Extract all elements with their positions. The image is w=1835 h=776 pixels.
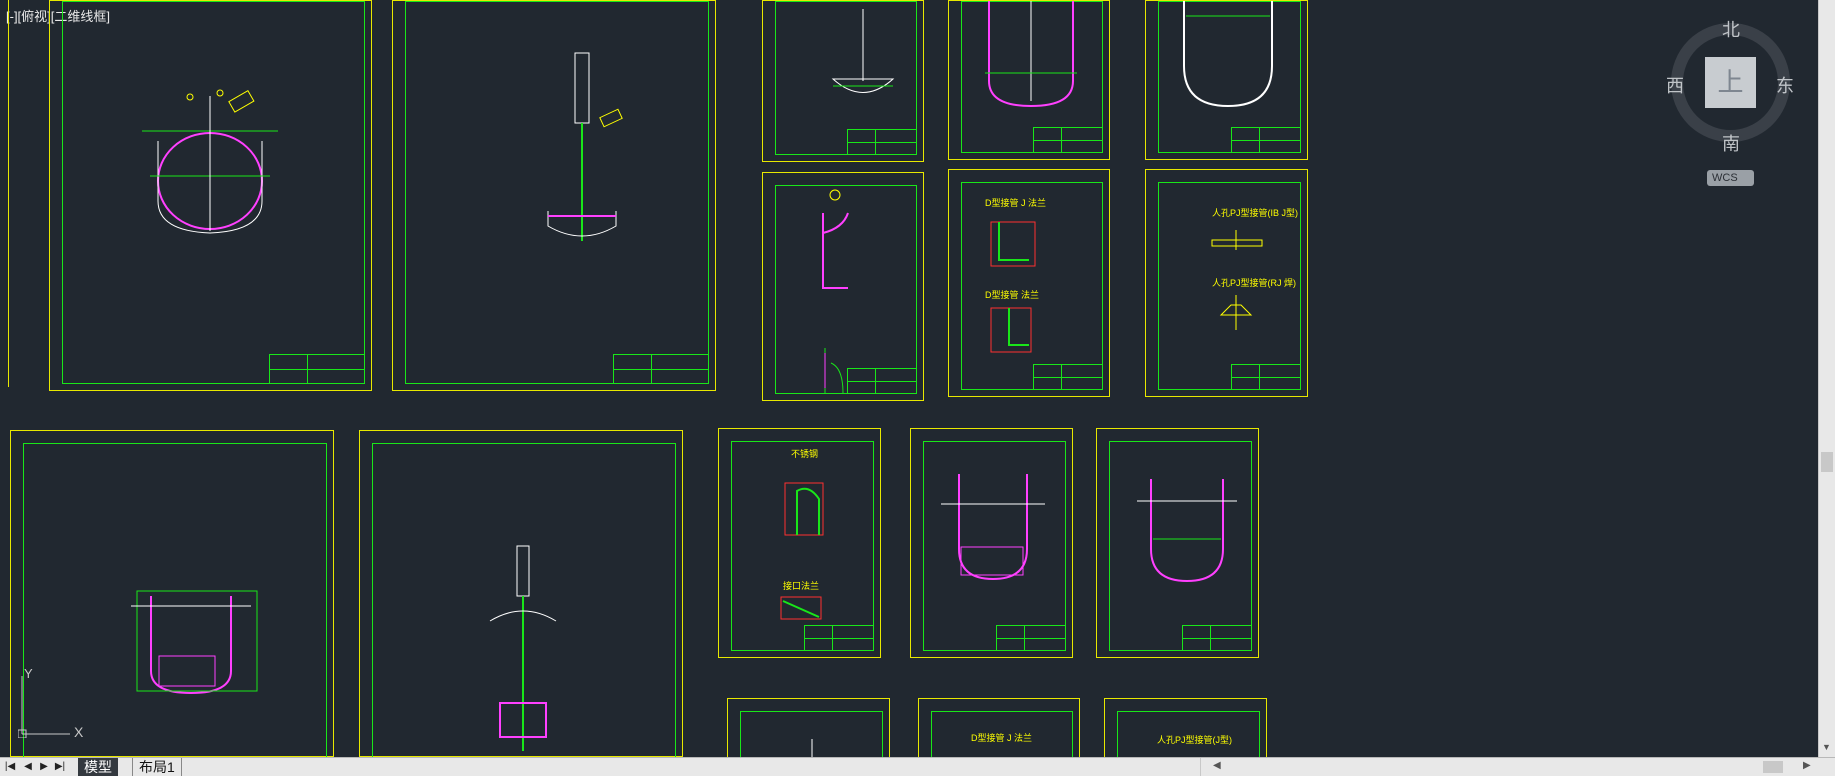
- caption-detail-d: D型接管 J 法兰: [971, 733, 1033, 743]
- viewcube[interactable]: 上 北 南 东 西: [1666, 20, 1794, 154]
- drawing-sheet-8[interactable]: 人孔PJ型接管(IB J型) 人孔PJ型接管(RJ 焊): [1145, 169, 1308, 397]
- scroll-down-icon[interactable]: ▼: [1822, 742, 1831, 752]
- drawing-sheet-10[interactable]: [359, 430, 683, 757]
- last-tab-icon[interactable]: ▶|: [54, 759, 66, 774]
- drawing-sheet-11[interactable]: 不锈钢 接口法兰: [718, 428, 881, 658]
- compass-west[interactable]: 西: [1666, 72, 1684, 98]
- drawing-sheet-15[interactable]: D型接管 J 法兰: [918, 698, 1080, 757]
- scroll-right-icon[interactable]: ▶: [1803, 760, 1811, 771]
- first-tab-icon[interactable]: |◀: [4, 759, 16, 774]
- drawing-sheet-4[interactable]: [948, 0, 1110, 160]
- wcs-label: WCS: [1712, 172, 1738, 184]
- next-tab-icon[interactable]: ▶: [38, 759, 50, 774]
- wcs-menu[interactable]: WCS: [1707, 170, 1754, 186]
- tab-model[interactable]: 模型: [78, 758, 118, 776]
- compass-east[interactable]: 东: [1776, 72, 1794, 98]
- viewcube-top-face[interactable]: 上: [1705, 57, 1756, 108]
- drawing-sheet-14[interactable]: [727, 698, 890, 757]
- compass-north[interactable]: 北: [1722, 16, 1740, 42]
- drawing-sheet-5[interactable]: [1145, 0, 1308, 160]
- horizontal-scrollbar[interactable]: ◀ ▶: [1200, 758, 1819, 776]
- ucs-y-label: Y: [24, 666, 33, 681]
- ucs-x-label: X: [74, 724, 84, 740]
- tab-layout1[interactable]: 布局1: [132, 758, 182, 776]
- horizontal-scroll-thumb[interactable]: [1763, 761, 1783, 773]
- scroll-left-icon[interactable]: ◀: [1213, 760, 1221, 771]
- layout-tab-bar: |◀ ◀ ▶ ▶| 模型 布局1 ◀ ▶: [0, 757, 1835, 776]
- model-space-canvas[interactable]: [-][俯视][二维线框] D型接管 J 法兰 D型接管 法兰 人孔PJ型接管(…: [0, 0, 1818, 757]
- drawing-sheet-16[interactable]: 人孔PJ型接管(J型): [1104, 698, 1267, 757]
- drawing-sheet-12[interactable]: [910, 428, 1073, 658]
- vertical-scroll-thumb[interactable]: [1821, 452, 1833, 472]
- vertical-scrollbar[interactable]: ▼: [1818, 0, 1835, 757]
- compass-south[interactable]: 南: [1722, 130, 1740, 156]
- drawing-sheet-13[interactable]: [1096, 428, 1259, 658]
- drawing-sheet-2[interactable]: [392, 0, 716, 391]
- drawing-sheet-1[interactable]: [49, 0, 372, 391]
- ucs-icon: Y X: [17, 666, 88, 740]
- prev-tab-icon[interactable]: ◀: [22, 759, 34, 774]
- caption-manhole-3: 人孔PJ型接管(J型): [1157, 735, 1232, 745]
- drawing-sheet-6[interactable]: [762, 172, 924, 401]
- drawing-sheet-7[interactable]: D型接管 J 法兰 D型接管 法兰: [948, 169, 1110, 397]
- drawing-sheet-3[interactable]: [762, 0, 924, 162]
- drawing-sheet-partial: [0, 0, 9, 387]
